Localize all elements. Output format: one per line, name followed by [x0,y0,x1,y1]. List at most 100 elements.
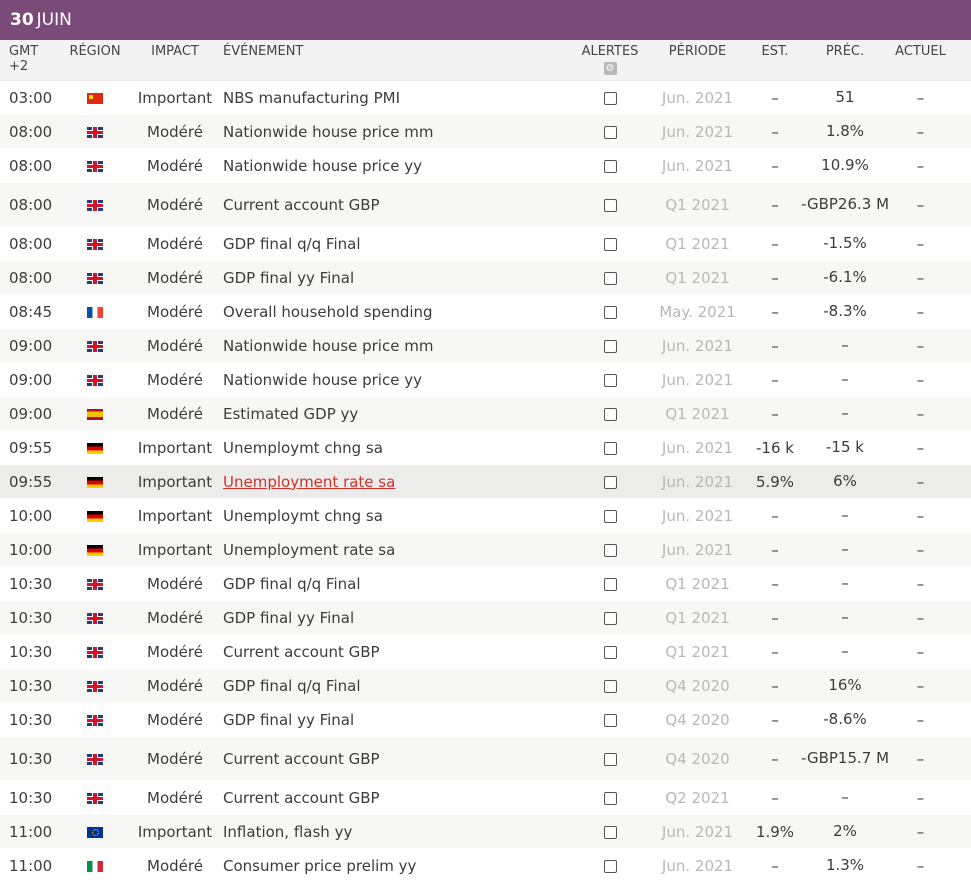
col-est[interactable]: EST. [750,40,800,80]
checkbox-icon[interactable] [603,125,617,139]
event-name-text[interactable]: Overall household spending [223,303,433,321]
checkbox-icon[interactable] [603,752,617,766]
gear-icon[interactable]: ⚙ [603,62,617,75]
table-row[interactable]: 10:30 Modéré GDP final yy Final Q1 2021 – – – [0,601,971,635]
checkbox-icon[interactable] [603,645,617,659]
checkbox-icon[interactable] [603,407,617,421]
event-name-text[interactable]: Unemployment rate sa [223,541,395,559]
checkbox-icon[interactable] [603,679,617,693]
table-row[interactable]: 11:00 Important Inflation, flash yy Jun. 20… [0,815,971,849]
alert-toggle[interactable] [575,269,645,287]
event-name-text[interactable]: Nationwide house price mm [223,123,433,141]
event-name[interactable]: GDP final yy Final [220,269,575,287]
checkbox-icon[interactable] [603,198,617,212]
event-name-text[interactable]: NBS manufacturing PMI [223,89,400,107]
event-name-text[interactable]: Consumer price prelim yy [223,857,416,875]
checkbox-icon[interactable] [603,543,617,557]
alert-toggle[interactable] [575,507,645,525]
col-region[interactable]: RÉGION [60,40,130,80]
table-row[interactable]: 10:30 Modéré GDP final q/q Final Q4 2020 – 16… [0,669,971,703]
event-name-text[interactable]: Unemploymt chng sa [223,507,383,525]
event-name-text[interactable]: Unemploymt chng sa [223,439,383,457]
checkbox-icon[interactable] [603,159,617,173]
alert-toggle[interactable] [575,750,645,768]
alert-toggle[interactable] [575,789,645,807]
checkbox-icon[interactable] [603,509,617,523]
checkbox-icon[interactable] [603,577,617,591]
checkbox-icon[interactable] [603,237,617,251]
alert-toggle[interactable] [575,303,645,321]
alert-toggle[interactable] [575,823,645,841]
table-row[interactable]: 09:55 Important Unemployment rate sa Jun. 2… [0,465,971,499]
event-name[interactable]: GDP final yy Final [220,711,575,729]
event-name[interactable]: GDP final q/q Final [220,677,575,695]
event-name[interactable]: GDP final q/q Final [220,235,575,253]
event-name[interactable]: Inflation, flash yy [220,823,575,841]
event-name[interactable]: GDP final q/q Final [220,575,575,593]
table-row[interactable]: 10:30 Modéré GDP final q/q Final Q1 2021 – – – [0,567,971,601]
alert-toggle[interactable] [575,235,645,253]
event-name-text[interactable]: GDP final q/q Final [223,677,361,695]
event-name[interactable]: Unemploymt chng sa [220,507,575,525]
table-row[interactable]: 10:00 Important Unemployment rate sa Jun. 2… [0,533,971,567]
checkbox-icon[interactable] [603,791,617,805]
table-row[interactable]: 08:45 Modéré Overall household spending May… [0,295,971,329]
alert-toggle[interactable] [575,473,645,491]
event-name[interactable]: NBS manufacturing PMI [220,89,575,107]
alert-toggle[interactable] [575,857,645,875]
col-actual[interactable]: ACTUEL [890,40,951,80]
alert-toggle[interactable] [575,89,645,107]
event-name-text[interactable]: GDP final q/q Final [223,575,361,593]
checkbox-icon[interactable] [603,859,617,873]
checkbox-icon[interactable] [603,339,617,353]
event-name[interactable]: GDP final yy Final [220,609,575,627]
event-name-text[interactable]: Nationwide house price mm [223,337,433,355]
alert-toggle[interactable] [575,196,645,214]
alert-toggle[interactable] [575,575,645,593]
alert-toggle[interactable] [575,677,645,695]
table-row[interactable]: 08:00 Modéré GDP final q/q Final Q1 2021 – -1… [0,227,971,261]
event-name[interactable]: Current account GBP [220,196,575,214]
checkbox-icon[interactable] [603,373,617,387]
event-name-text[interactable]: GDP final q/q Final [223,235,361,253]
table-row[interactable]: 10:30 Modéré Current account GBP Q4 2020 – -G… [0,737,971,781]
checkbox-icon[interactable] [603,611,617,625]
event-name-text[interactable]: Unemployment rate sa [223,473,395,491]
event-name[interactable]: Estimated GDP yy [220,405,575,423]
table-row[interactable]: 11:00 Modéré Consumer price prelim yy Jun. … [0,849,971,883]
table-row[interactable]: 09:55 Important Unemploymt chng sa Jun. 202… [0,431,971,465]
checkbox-icon[interactable] [603,441,617,455]
alert-toggle[interactable] [575,711,645,729]
event-name-text[interactable]: Current account GBP [223,789,380,807]
table-row[interactable]: 09:00 Modéré Nationwide house price yy Jun.… [0,363,971,397]
table-row[interactable]: 09:00 Modéré Estimated GDP yy Q1 2021 – – – [0,397,971,431]
table-row[interactable]: 10:30 Modéré GDP final yy Final Q4 2020 – -8.… [0,703,971,737]
checkbox-icon[interactable] [603,475,617,489]
alert-toggle[interactable] [575,371,645,389]
event-name[interactable]: Unemployment rate sa [220,473,575,491]
event-name[interactable]: Current account GBP [220,789,575,807]
event-name-text[interactable]: GDP final yy Final [223,269,354,287]
table-row[interactable]: 03:00 Important NBS manufacturing PMI Jun. … [0,81,971,115]
table-row[interactable]: 10:30 Modéré Current account GBP Q1 2021 – – – [0,635,971,669]
alert-toggle[interactable] [575,609,645,627]
event-name[interactable]: Overall household spending [220,303,575,321]
event-name-text[interactable]: GDP final yy Final [223,711,354,729]
event-name[interactable]: Nationwide house price yy [220,371,575,389]
checkbox-icon[interactable] [603,305,617,319]
table-row[interactable]: 08:00 Modéré Current account GBP Q1 2021 – -G… [0,183,971,227]
event-name-text[interactable]: Current account GBP [223,196,380,214]
checkbox-icon[interactable] [603,271,617,285]
event-name-text[interactable]: Inflation, flash yy [223,823,352,841]
col-period[interactable]: PÉRIODE [645,40,750,80]
col-time[interactable]: GMT +2 [0,40,60,80]
alert-toggle[interactable] [575,439,645,457]
checkbox-icon[interactable] [603,825,617,839]
event-name[interactable]: Current account GBP [220,643,575,661]
alert-toggle[interactable] [575,541,645,559]
event-name[interactable]: Current account GBP [220,750,575,768]
table-row[interactable]: 08:00 Modéré GDP final yy Final Q1 2021 – -6.… [0,261,971,295]
checkbox-icon[interactable] [603,91,617,105]
event-name[interactable]: Unemployment rate sa [220,541,575,559]
table-row[interactable]: 09:00 Modéré Nationwide house price mm Jun.… [0,329,971,363]
